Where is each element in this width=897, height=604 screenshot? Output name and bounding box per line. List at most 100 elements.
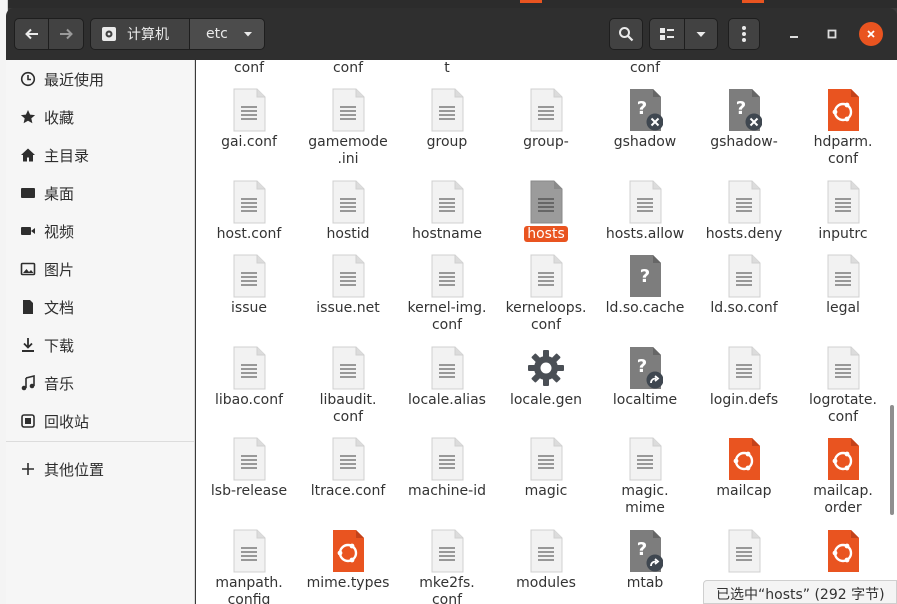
minimize-button[interactable]	[782, 22, 806, 46]
picture-icon	[20, 262, 36, 276]
file-item[interactable]: ? mtab	[596, 529, 694, 604]
file-item[interactable]: machine-id	[398, 437, 496, 527]
text-file-icon	[528, 529, 564, 573]
arrow-left-icon	[24, 28, 38, 40]
file-item[interactable]: group-	[497, 88, 595, 178]
sidebar-item-pictures[interactable]: 图片	[6, 250, 194, 288]
sidebar-item-desktop[interactable]: 桌面	[6, 174, 194, 212]
search-button[interactable]	[609, 18, 643, 50]
file-item[interactable]: group	[398, 88, 496, 178]
file-item[interactable]: magic	[497, 437, 595, 527]
file-item[interactable]: kernel-img. conf	[398, 254, 496, 344]
text-file-icon	[429, 180, 465, 224]
file-item[interactable]: ? gshadow	[596, 88, 694, 178]
file-name-label: ld.so.conf	[710, 300, 778, 316]
file-item[interactable]: kerneloops. conf	[497, 254, 595, 344]
file-name-label: locale.gen	[509, 392, 583, 408]
text-file-icon	[726, 180, 762, 224]
file-item[interactable]: ld.so.conf	[695, 254, 793, 344]
sidebar-item-label: 收藏	[44, 108, 75, 127]
text-file-icon	[627, 437, 663, 481]
partial-file-label: conf	[332, 60, 364, 76]
forward-button[interactable]	[48, 18, 84, 50]
sidebar-item-downloads[interactable]: 下载	[6, 326, 194, 364]
back-button[interactable]	[14, 18, 49, 50]
arrow-right-icon	[60, 28, 73, 40]
file-item[interactable]: mailcap	[695, 437, 793, 527]
scrollbar[interactable]	[890, 405, 894, 515]
view-mode-button[interactable]	[649, 18, 685, 50]
file-item[interactable]: hdparm. conf	[794, 88, 892, 178]
sidebar-item-music[interactable]: 音乐	[6, 364, 194, 402]
file-name-label: hostname	[412, 226, 482, 242]
close-button[interactable]	[859, 22, 883, 46]
file-name-label: group	[426, 134, 468, 150]
text-file-icon	[528, 254, 564, 298]
sidebar-item-other-locations[interactable]: 其他位置	[6, 450, 194, 488]
file-item[interactable]: locale.gen	[497, 346, 595, 436]
drive-icon	[102, 27, 116, 41]
text-file-icon	[231, 88, 267, 132]
text-file-icon	[528, 180, 564, 224]
partial-file-label: t	[444, 60, 450, 76]
background-window-strip	[0, 0, 897, 8]
sidebar-item-home[interactable]: 主目录	[6, 136, 194, 174]
file-item[interactable]: ltrace.conf	[299, 437, 397, 527]
breadcrumb-computer[interactable]: 计算机	[90, 18, 190, 50]
file-item[interactable]: ? gshadow-	[695, 88, 793, 178]
file-item[interactable]: lsb-release	[200, 437, 298, 527]
maximize-icon	[827, 29, 837, 39]
svg-text:?: ?	[640, 266, 650, 287]
sidebar-item-trash[interactable]: 回收站	[6, 402, 194, 440]
sidebar-item-documents[interactable]: 文档	[6, 288, 194, 326]
symlink-file-icon: ?	[627, 346, 664, 390]
sidebar-divider	[6, 441, 194, 442]
file-grid[interactable]: conf conf t conf gai.conf gamemode .ini gr…	[196, 60, 897, 604]
file-name-label: mime.types	[306, 575, 390, 591]
status-bar: 已选中“hosts” (292 字节)	[703, 580, 897, 604]
file-name-label: mailcap	[716, 483, 772, 499]
file-item[interactable]: mime.types	[299, 529, 397, 604]
partial-file-label: conf	[233, 60, 265, 76]
file-name-label: modules	[516, 575, 576, 591]
file-item[interactable]: mailcap. order	[794, 437, 892, 527]
search-icon	[619, 27, 634, 42]
file-name-label: gshadow-	[710, 134, 778, 150]
file-item[interactable]: legal	[794, 254, 892, 344]
file-item[interactable]: issue	[200, 254, 298, 344]
file-item[interactable]: ? ld.so.cache	[596, 254, 694, 344]
file-item[interactable]: libaudit. conf	[299, 346, 397, 436]
file-name-label: host.conf	[216, 226, 282, 242]
sidebar-item-starred[interactable]: 收藏	[6, 98, 194, 136]
file-item[interactable]: locale.alias	[398, 346, 496, 436]
file-item[interactable]: modules	[497, 529, 595, 604]
file-item[interactable]: gai.conf	[200, 88, 298, 178]
file-item[interactable]: magic. mime	[596, 437, 694, 527]
file-item[interactable]: login.defs	[695, 346, 793, 436]
text-file-icon	[330, 88, 366, 132]
file-item[interactable]: mke2fs. conf	[398, 529, 496, 604]
file-name-label: magic	[524, 483, 568, 499]
file-item[interactable]: logrotate. conf	[794, 346, 892, 436]
maximize-button[interactable]	[820, 22, 844, 46]
file-name-label: hostid	[326, 226, 370, 242]
breadcrumb-etc[interactable]: etc	[189, 18, 265, 50]
file-name-label: hosts.deny	[705, 226, 783, 242]
menu-button[interactable]	[728, 18, 760, 50]
file-item[interactable]: issue.net	[299, 254, 397, 344]
text-file-icon	[825, 180, 861, 224]
sidebar-item-videos[interactable]: 视频	[6, 212, 194, 250]
unknown-file-icon: ?	[627, 254, 663, 298]
file-item[interactable]: gamemode .ini	[299, 88, 397, 178]
text-file-icon	[330, 437, 366, 481]
file-item[interactable]: ? localtime	[596, 346, 694, 436]
file-name-label: issue	[231, 300, 267, 316]
file-item[interactable]: libao.conf	[200, 346, 298, 436]
sidebar-item-recent[interactable]: 最近使用	[6, 60, 194, 98]
sidebar-item-label: 回收站	[44, 412, 90, 431]
ubuntu-config-file-icon	[825, 88, 861, 132]
view-options-button[interactable]	[684, 18, 718, 50]
ubuntu-config-file-icon	[330, 529, 366, 573]
text-file-icon	[231, 437, 267, 481]
file-item[interactable]: manpath. config	[200, 529, 298, 604]
